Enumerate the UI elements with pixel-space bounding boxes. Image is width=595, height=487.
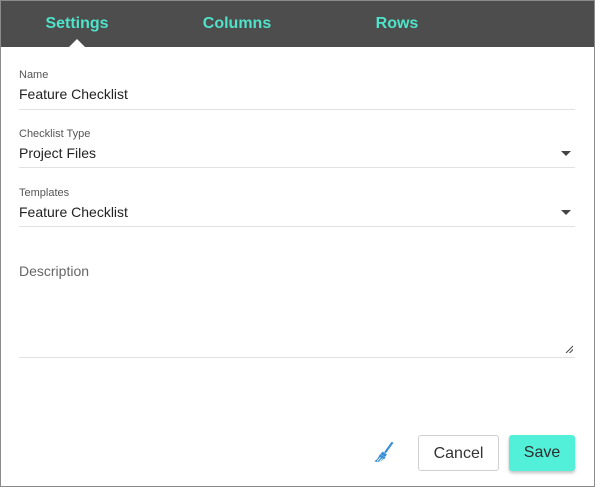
templates-value[interactable]: Feature Checklist [19, 204, 128, 220]
resize-handle-icon[interactable] [565, 345, 573, 353]
checklist-type-label: Checklist Type [19, 128, 91, 140]
edit-checklist-dialog: Settings Columns Rows Name Feature Check… [0, 0, 595, 487]
name-field[interactable]: Name Feature Checklist [19, 67, 575, 111]
templates-select[interactable]: Templates Feature Checklist [19, 185, 575, 229]
description-placeholder: Description [19, 263, 90, 279]
description-underline [19, 357, 575, 358]
name-underline [19, 109, 575, 110]
tab-bar: Settings Columns Rows [1, 1, 594, 47]
cancel-button[interactable]: Cancel [418, 435, 499, 471]
tab-columns[interactable]: Columns [187, 1, 287, 47]
save-button[interactable]: Save [509, 435, 575, 471]
checklist-type-underline [19, 167, 575, 168]
description-textarea[interactable]: Description [19, 259, 575, 359]
tab-rows[interactable]: Rows [347, 1, 447, 47]
broom-icon[interactable] [372, 441, 396, 465]
checklist-type-value[interactable]: Project Files [19, 145, 96, 161]
chevron-down-icon[interactable] [561, 151, 571, 156]
name-label: Name [19, 69, 49, 81]
chevron-down-icon[interactable] [561, 210, 571, 215]
checklist-type-select[interactable]: Checklist Type Project Files [19, 126, 575, 170]
name-input-value[interactable]: Feature Checklist [19, 86, 128, 102]
templates-label: Templates [19, 187, 70, 199]
active-tab-indicator [69, 39, 85, 47]
templates-underline [19, 226, 575, 227]
